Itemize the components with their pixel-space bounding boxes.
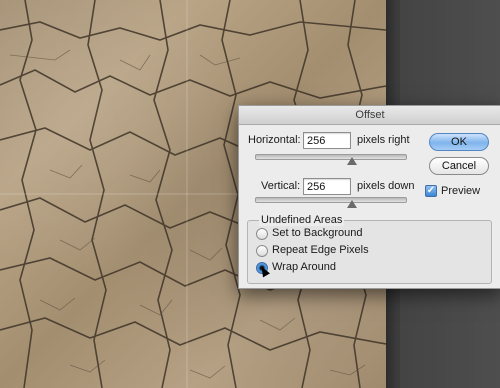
horizontal-slider-track[interactable] bbox=[255, 154, 407, 160]
checkmark-icon: ✓ bbox=[426, 185, 436, 196]
vertical-slider-track[interactable] bbox=[255, 197, 407, 203]
radio-set-to-background-label: Set to Background bbox=[272, 227, 363, 239]
undefined-areas-legend: Undefined Areas bbox=[259, 214, 345, 226]
vertical-label: Vertical: bbox=[261, 180, 301, 192]
vertical-unit: pixels down bbox=[357, 180, 415, 192]
vertical-input[interactable]: 256 bbox=[303, 178, 351, 195]
horizontal-unit: pixels right bbox=[357, 134, 410, 146]
preview-checkbox[interactable]: ✓ bbox=[425, 185, 437, 197]
preview-label: Preview bbox=[441, 185, 481, 197]
dialog-title: Offset bbox=[239, 106, 500, 125]
radio-set-to-background[interactable] bbox=[256, 228, 268, 240]
radio-wrap-around-label: Wrap Around bbox=[272, 261, 337, 273]
cancel-button[interactable]: Cancel bbox=[429, 157, 489, 175]
vertical-slider-thumb[interactable] bbox=[347, 200, 357, 208]
radio-repeat-edge-pixels[interactable] bbox=[256, 245, 268, 257]
radio-repeat-edge-pixels-label: Repeat Edge Pixels bbox=[272, 244, 369, 256]
horizontal-input[interactable]: 256 bbox=[303, 132, 351, 149]
horizontal-slider-thumb[interactable] bbox=[347, 157, 357, 165]
offset-dialog: Offset Horizontal: 256 pixels right Vert… bbox=[238, 105, 500, 289]
horizontal-label: Horizontal: bbox=[248, 134, 301, 146]
ok-button[interactable]: OK bbox=[429, 133, 489, 151]
